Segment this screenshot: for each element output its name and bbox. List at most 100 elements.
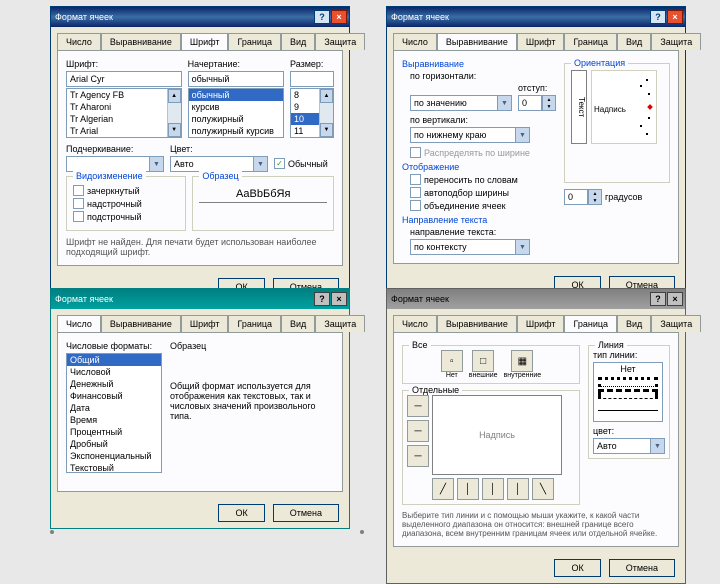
tab-align[interactable]: Выравнивание xyxy=(101,315,181,332)
border-preview: Надпись xyxy=(432,395,562,475)
degrees-spinner[interactable]: ▲▼ xyxy=(588,189,602,205)
font-scroll[interactable]: ▲▼ xyxy=(167,89,181,137)
tab-border[interactable]: Граница xyxy=(228,33,281,50)
tab-align[interactable]: Выравнивание xyxy=(437,315,517,332)
border-mid-v[interactable]: │ xyxy=(482,478,504,500)
tab-fill[interactable]: Вид xyxy=(281,315,315,332)
linetype-list[interactable]: Нет xyxy=(593,362,663,422)
tab-border[interactable]: Граница xyxy=(228,315,281,332)
tab-protect[interactable]: Защита xyxy=(651,315,701,332)
tab-font[interactable]: Шрифт xyxy=(517,33,565,50)
color-combo[interactable]: Авто▼ xyxy=(170,156,268,172)
titlebar: Формат ячеек ? × xyxy=(387,289,685,309)
tab-protect[interactable]: Защита xyxy=(315,315,365,332)
display-title: Отображение xyxy=(402,162,556,172)
indent-spinner[interactable]: ▲▼ xyxy=(542,95,556,111)
tab-fill[interactable]: Вид xyxy=(617,33,651,50)
tab-number[interactable]: Число xyxy=(57,315,101,332)
border-diag1[interactable]: ╱ xyxy=(432,478,454,500)
linecolor-combo[interactable]: Авто▼ xyxy=(593,438,665,454)
strike-checkbox[interactable]: зачеркнутый xyxy=(73,185,179,196)
tab-font[interactable]: Шрифт xyxy=(181,315,229,332)
help-button[interactable]: ? xyxy=(314,10,330,24)
degrees-input[interactable]: 0 xyxy=(564,189,588,205)
dir-label: направление текста: xyxy=(410,227,556,237)
vert-label: по вертикали: xyxy=(410,115,556,125)
underline-combo[interactable]: ▼ xyxy=(66,156,164,172)
style-input[interactable]: обычный xyxy=(188,71,284,87)
close-button[interactable]: × xyxy=(331,10,347,24)
dialog-title: Формат ячеек xyxy=(55,294,113,304)
font-label: Шрифт: xyxy=(66,59,182,69)
style-label: Начертание: xyxy=(188,59,284,69)
style-list[interactable]: обычный курсив полужирный полужирный кур… xyxy=(188,88,284,138)
size-scroll[interactable]: ▲▼ xyxy=(319,89,333,137)
tab-fill[interactable]: Вид xyxy=(617,315,651,332)
cancel-button[interactable]: Отмена xyxy=(609,559,675,577)
size-input[interactable] xyxy=(290,71,334,87)
tabstrip: Число Выравнивание Шрифт Граница Вид Защ… xyxy=(51,27,349,50)
help-button[interactable]: ? xyxy=(650,10,666,24)
font-hint: Шрифт не найден. Для печати будет исполь… xyxy=(66,237,334,257)
sub-checkbox[interactable]: подстрочный xyxy=(73,211,179,222)
wrap-checkbox[interactable]: переносить по словам xyxy=(410,174,556,185)
tab-align[interactable]: Выравнивание xyxy=(101,33,181,50)
tab-align[interactable]: Выравнивание xyxy=(437,33,517,50)
vertical-text-button[interactable]: Текст xyxy=(571,70,587,144)
border-left[interactable]: │ xyxy=(457,478,479,500)
preset-outer[interactable]: □ xyxy=(472,350,494,372)
size-label: Размер: xyxy=(290,59,334,69)
tab-border[interactable]: Граница xyxy=(564,33,617,50)
dialog-title: Формат ячеек xyxy=(55,12,113,22)
category-list[interactable]: Общий Числовой Денежный Финансовый Дата … xyxy=(66,353,162,473)
help-button[interactable]: ? xyxy=(650,292,666,306)
align-title: Выравнивание xyxy=(402,59,556,69)
close-button[interactable]: × xyxy=(667,10,683,24)
normal-checkbox[interactable]: ✓Обычный xyxy=(274,158,334,169)
help-button[interactable]: ? xyxy=(314,292,330,306)
border-bottom[interactable]: ─ xyxy=(407,445,429,467)
color-label: Цвет: xyxy=(170,144,268,154)
line-title: Линия xyxy=(595,340,627,350)
merge-checkbox[interactable]: объединение ячеек xyxy=(410,200,556,211)
dir-combo[interactable]: по контексту▼ xyxy=(410,239,530,255)
chevron-down-icon: ▼ xyxy=(149,157,163,171)
preset-inner[interactable]: ▦ xyxy=(511,350,533,372)
orient-title: Ориентация xyxy=(571,58,628,68)
individual-title: Отдельные xyxy=(409,385,462,395)
border-top[interactable]: ─ xyxy=(407,395,429,417)
orientation-dial[interactable]: Надпись xyxy=(591,70,657,144)
tab-font[interactable]: Шрифт xyxy=(517,315,565,332)
tab-fill[interactable]: Вид xyxy=(281,33,315,50)
border-diag2[interactable]: ╲ xyxy=(532,478,554,500)
tab-font[interactable]: Шрифт xyxy=(181,33,229,50)
horiz-combo[interactable]: по значению▼ xyxy=(410,95,512,111)
tab-number[interactable]: Число xyxy=(393,33,437,50)
autofit-checkbox[interactable]: автоподбор ширины xyxy=(410,187,556,198)
ok-button[interactable]: ОК xyxy=(218,504,264,522)
size-list[interactable]: 8 9 10 11 ▲▼ xyxy=(290,88,334,138)
border-right[interactable]: │ xyxy=(507,478,529,500)
tab-protect[interactable]: Защита xyxy=(651,33,701,50)
border-mid-h[interactable]: ─ xyxy=(407,420,429,442)
close-button[interactable]: × xyxy=(667,292,683,306)
chevron-down-icon: ▼ xyxy=(650,439,664,453)
tab-number[interactable]: Число xyxy=(57,33,101,50)
font-list[interactable]: Tr Agency FB Tr Aharoni Tr Algerian Tr A… xyxy=(66,88,182,138)
font-input[interactable]: Arial Cyr xyxy=(66,71,182,87)
degrees-label: градусов xyxy=(605,192,642,202)
horiz-label: по горизонтали: xyxy=(410,71,556,81)
presets-title: Все xyxy=(409,340,431,350)
tab-number[interactable]: Число xyxy=(393,315,437,332)
tab-border[interactable]: Граница xyxy=(564,315,617,332)
super-checkbox[interactable]: надстрочный xyxy=(73,198,179,209)
tab-protect[interactable]: Защита xyxy=(315,33,365,50)
close-button[interactable]: × xyxy=(331,292,347,306)
linecolor-label: цвет: xyxy=(593,426,665,436)
preset-none[interactable]: ▫ xyxy=(441,350,463,372)
indent-input[interactable]: 0 xyxy=(518,95,542,111)
ok-button[interactable]: ОК xyxy=(554,559,600,577)
chevron-down-icon: ▼ xyxy=(515,128,529,142)
vert-combo[interactable]: по нижнему краю▼ xyxy=(410,127,530,143)
cancel-button[interactable]: Отмена xyxy=(273,504,339,522)
